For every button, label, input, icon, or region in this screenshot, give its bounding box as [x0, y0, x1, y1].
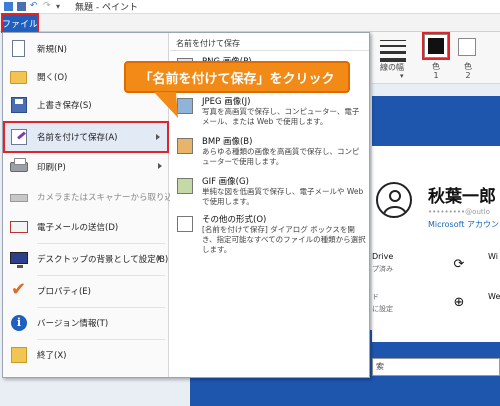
bmp-image-icon — [176, 137, 194, 155]
menu-item-save[interactable]: 上書き保存(S) — [3, 91, 169, 119]
account-name: 秋葉一郎 — [428, 187, 496, 207]
ribbon-tab-bar — [0, 14, 500, 32]
menu-item-new[interactable]: 新規(N) — [3, 35, 169, 63]
menu-item-import: カメラまたはスキャナーから取り込み(M) — [3, 183, 195, 211]
save-as-gif-title: GIF 画像(G) — [202, 177, 249, 187]
menu-item-print-label: 印刷(P) — [37, 163, 66, 173]
chevron-right-icon — [158, 255, 162, 261]
new-document-icon — [9, 39, 29, 59]
menu-item-save-label: 上書き保存(S) — [37, 101, 92, 111]
globe-icon: ⊕ — [453, 295, 465, 310]
mail-icon — [9, 217, 29, 237]
app-icon — [4, 2, 13, 11]
settings-sub: ド — [372, 293, 379, 301]
menu-item-email-label: 電子メールの送信(D) — [37, 223, 119, 233]
sync-icon: ⟳ — [453, 257, 465, 272]
printer-icon — [9, 157, 29, 177]
onedrive-label: Drive — [372, 252, 394, 261]
title-bar: ↶ ↷ ▾ 無題 - ペイント — [0, 0, 500, 14]
save-as-panel-header: 名前を付けて保存 — [176, 39, 240, 48]
menu-item-exit-label: 終了(X) — [37, 351, 67, 361]
menu-item-about-label: バージョン情報(T) — [37, 319, 109, 329]
menu-divider — [37, 275, 165, 276]
ribbon-group-colors: 線の幅 ▾ 色 1 色 2 — [372, 32, 500, 84]
chevron-right-icon — [156, 134, 160, 140]
save-as-bmp[interactable]: BMP 画像(B) あらゆる種類の画像を高画質で保存し、コンピューターで使用しま… — [170, 135, 369, 175]
gif-image-icon — [176, 177, 194, 195]
color1-fill — [428, 38, 444, 54]
menu-item-save-as-label: 名前を付けて保存(A) — [37, 133, 118, 143]
menu-item-desktop-background-label: デスクトップの背景として設定(B) — [37, 255, 169, 265]
menu-item-email[interactable]: 電子メールの送信(D) — [3, 213, 169, 241]
exit-icon — [9, 345, 29, 365]
desktop-icon — [9, 249, 29, 269]
color1-label: 色 1 — [432, 62, 440, 80]
color2-fill — [462, 42, 472, 52]
save-as-jpeg-desc: 写真を高画質で保存し、コンピューター、電子メール、または Web で使用します。 — [202, 107, 360, 126]
undo-icon[interactable]: ↶ — [30, 2, 39, 11]
redo-icon[interactable]: ↷ — [43, 2, 52, 11]
checkmark-icon: ✔ — [11, 279, 27, 300]
menu-item-open-label: 開く(O) — [37, 73, 68, 83]
menu-item-save-as[interactable]: 名前を付けて保存(A) — [3, 121, 169, 153]
scanner-icon — [9, 187, 29, 207]
account-card: 秋葉一郎 •••••••••@outlo Microsoft アカウン Driv… — [372, 146, 500, 342]
save-as-gif-desc: 単純な図を低画質で保存し、電子メールや Web で使用します。 — [202, 187, 364, 206]
line-width-dropdown-icon[interactable]: ▾ — [400, 72, 404, 80]
sync-label: Wi — [488, 252, 498, 261]
account-link[interactable]: Microsoft アカウン — [428, 219, 499, 230]
storage-sub: に設定 — [372, 305, 393, 313]
quick-access-dropdown-icon[interactable]: ▾ — [56, 2, 65, 11]
folder-icon — [9, 67, 29, 87]
menu-divider — [37, 339, 165, 340]
save-as-bmp-title: BMP 画像(B) — [202, 137, 253, 147]
file-tab[interactable]: ファイル — [1, 13, 39, 33]
info-icon: i — [9, 313, 29, 333]
save-as-icon — [9, 127, 29, 147]
account-email: •••••••••@outlo — [428, 208, 490, 216]
color1-swatch[interactable] — [422, 32, 450, 60]
web-label: We — [488, 292, 500, 301]
menu-item-desktop-background[interactable]: デスクトップの背景として設定(B) — [3, 245, 169, 273]
save-as-other-desc: [名前を付けて保存] ダイアログ ボックスを開き、指定可能なすべてのファイルの種… — [202, 225, 366, 254]
menu-item-properties-label: プロパティ(E) — [37, 287, 91, 297]
instruction-callout: 「名前を付けて保存」をクリック — [124, 61, 350, 93]
search-input[interactable]: 索 — [372, 358, 500, 376]
save-icon[interactable] — [17, 2, 26, 11]
desktop-background — [372, 96, 500, 146]
color2-label: 色 2 — [464, 62, 472, 80]
menu-item-new-label: 新規(N) — [37, 45, 67, 55]
save-as-gif[interactable]: GIF 画像(G) 単純な図を低画質で保存し、電子メールや Web で使用します… — [170, 175, 369, 215]
menu-item-print[interactable]: 印刷(P) — [3, 153, 169, 181]
onedrive-sub: プ済み — [372, 265, 393, 273]
save-disk-icon — [9, 95, 29, 115]
save-as-bmp-desc: あらゆる種類の画像を高画質で保存し、コンピューターで使用します。 — [202, 147, 360, 166]
color2-swatch[interactable] — [458, 38, 476, 56]
window-title: 無題 - ペイント — [75, 3, 138, 13]
avatar — [376, 182, 412, 218]
save-as-other-title: その他の形式(O) — [202, 215, 267, 225]
instruction-callout-text: 「名前を付けて保存」をクリック — [139, 71, 335, 87]
other-formats-icon — [176, 215, 194, 233]
save-as-other[interactable]: その他の形式(O) [名前を付けて保存] ダイアログ ボックスを開き、指定可能な… — [170, 213, 369, 254]
menu-item-about[interactable]: i バージョン情報(T) — [3, 309, 169, 337]
menu-divider — [37, 243, 165, 244]
menu-divider — [170, 50, 369, 51]
menu-item-properties[interactable]: ✔ プロパティ(E) — [3, 277, 169, 305]
chevron-right-icon — [158, 163, 162, 169]
save-as-jpeg-title: JPEG 画像(J) — [202, 97, 251, 107]
menu-item-exit[interactable]: 終了(X) — [3, 341, 169, 369]
menu-divider — [37, 307, 165, 308]
